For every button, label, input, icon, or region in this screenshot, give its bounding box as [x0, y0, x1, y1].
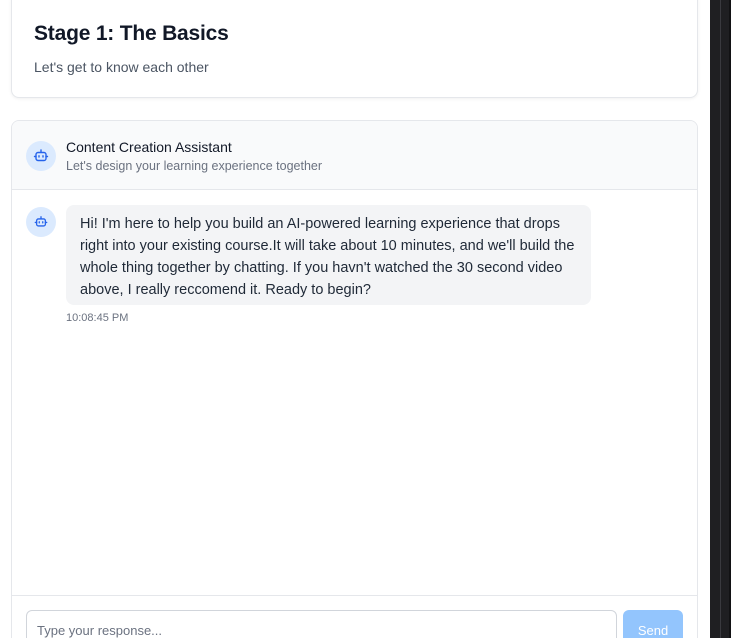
send-button[interactable]: Send: [623, 610, 683, 638]
message-timestamp: 10:08:45 PM: [66, 312, 129, 324]
composer: Send: [12, 595, 697, 638]
window-edge: [710, 0, 731, 638]
chat-panel: Content Creation Assistant Let's design …: [11, 120, 698, 638]
bot-icon: [26, 207, 56, 237]
bot-icon: [26, 141, 56, 171]
chat-header: Content Creation Assistant Let's design …: [12, 121, 697, 190]
stage-title: Stage 1: The Basics: [34, 22, 229, 45]
assistant-tagline: Let's design your learning experience to…: [66, 159, 323, 173]
page: Stage 1: The Basics Let's get to know ea…: [0, 0, 731, 638]
assistant-message: Hi! I'm here to help you build an AI-pow…: [66, 205, 591, 305]
stage-card: Stage 1: The Basics Let's get to know ea…: [11, 0, 698, 98]
response-input[interactable]: [26, 610, 617, 638]
stage-subtitle: Let's get to know each other: [34, 59, 209, 75]
assistant-name: Content Creation Assistant: [66, 139, 232, 155]
